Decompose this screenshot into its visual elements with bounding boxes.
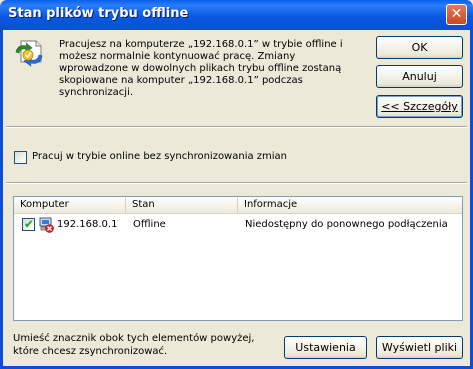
- computer-list[interactable]: Komputer Stan Informacje ✔ 192.168.0.1 O…: [13, 196, 463, 321]
- row-computer-name: 192.168.0.1: [57, 219, 118, 230]
- column-header-info[interactable]: Informacje: [238, 197, 462, 213]
- column-header-computer[interactable]: Komputer: [14, 197, 126, 213]
- list-header: Komputer Stan Informacje: [14, 197, 462, 214]
- settings-button[interactable]: Ustawienia: [284, 336, 367, 359]
- column-header-status[interactable]: Stan: [126, 197, 238, 213]
- show-files-button[interactable]: Wyświetl pliki: [376, 336, 463, 359]
- cancel-button[interactable]: Anuluj: [376, 65, 463, 88]
- title-bar[interactable]: Stan plików trybu offline ✕: [0, 0, 473, 30]
- work-online-checkbox[interactable]: [14, 151, 27, 164]
- list-row[interactable]: ✔ 192.168.0.1 Offline Niedostępny do pon…: [14, 217, 462, 233]
- work-online-checkbox-label[interactable]: Pracuj w trybie online bez synchronizowa…: [32, 151, 287, 162]
- ok-button[interactable]: OK: [376, 36, 463, 59]
- offline-status-message: Pracujesz na komputerze „192.168.0.1” w …: [59, 39, 343, 98]
- close-button[interactable]: ✕: [446, 4, 467, 25]
- sync-hint-text: Umieść znacznik obok tych elementów powy…: [13, 333, 255, 357]
- row-info: Niedostępny do ponownego podłączenia: [245, 219, 448, 230]
- separator-top: [6, 126, 467, 128]
- details-toggle-button[interactable]: << Szczegóły: [376, 95, 463, 118]
- offline-files-sync-icon: [15, 40, 43, 67]
- details-button-label: << Szczegóły: [381, 100, 458, 113]
- checkmark-icon: ✔: [24, 217, 35, 231]
- network-computer-offline-icon: [39, 217, 54, 233]
- separator-middle: [6, 182, 467, 184]
- row-status: Offline: [133, 219, 166, 230]
- row-sync-checkbox[interactable]: ✔: [22, 217, 35, 231]
- window-title: Stan plików trybu offline: [8, 6, 189, 21]
- window-frame-left: [0, 30, 3, 369]
